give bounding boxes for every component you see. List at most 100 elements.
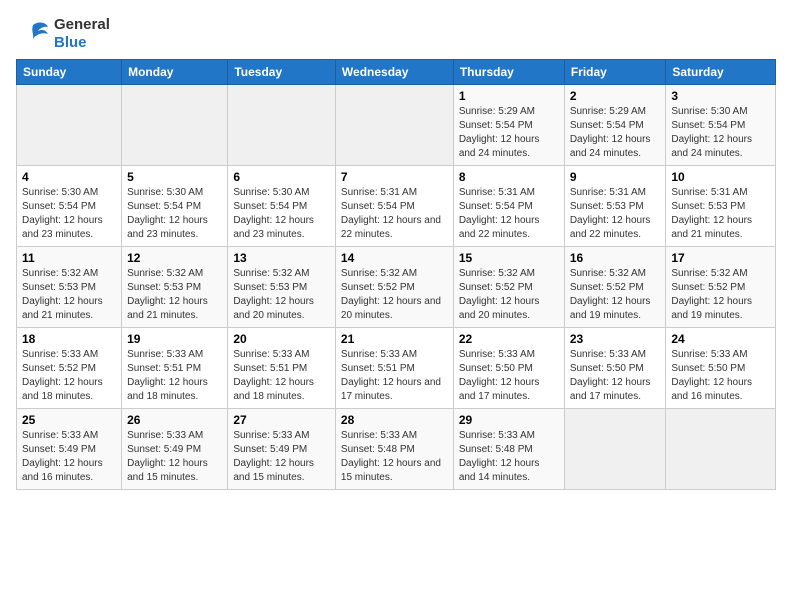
- header-saturday: Saturday: [666, 60, 776, 85]
- calendar-cell: 9 Sunrise: 5:31 AM Sunset: 5:53 PM Daylig…: [564, 166, 666, 247]
- week-row-2: 4 Sunrise: 5:30 AM Sunset: 5:54 PM Daylig…: [17, 166, 776, 247]
- day-info: Sunrise: 5:31 AM Sunset: 5:53 PM Dayligh…: [570, 186, 661, 242]
- calendar-cell: 18 Sunrise: 5:33 AM Sunset: 5:52 PM Dayli…: [17, 328, 122, 409]
- calendar-cell: [335, 85, 453, 166]
- day-number: 20: [233, 332, 330, 346]
- calendar-cell: 1 Sunrise: 5:29 AM Sunset: 5:54 PM Daylig…: [453, 85, 564, 166]
- calendar-table: SundayMondayTuesdayWednesdayThursdayFrid…: [16, 59, 776, 490]
- day-number: 1: [459, 89, 559, 103]
- day-number: 3: [671, 89, 770, 103]
- day-number: 17: [671, 251, 770, 265]
- calendar-cell: 7 Sunrise: 5:31 AM Sunset: 5:54 PM Daylig…: [335, 166, 453, 247]
- page-header: General Blue: [16, 16, 776, 51]
- calendar-cell: 4 Sunrise: 5:30 AM Sunset: 5:54 PM Daylig…: [17, 166, 122, 247]
- calendar-cell: [17, 85, 122, 166]
- day-number: 13: [233, 251, 330, 265]
- day-number: 8: [459, 170, 559, 184]
- day-info: Sunrise: 5:30 AM Sunset: 5:54 PM Dayligh…: [671, 105, 770, 161]
- calendar-cell: [666, 409, 776, 490]
- day-info: Sunrise: 5:33 AM Sunset: 5:51 PM Dayligh…: [341, 348, 448, 404]
- calendar-cell: 16 Sunrise: 5:32 AM Sunset: 5:52 PM Dayli…: [564, 247, 666, 328]
- day-number: 16: [570, 251, 661, 265]
- day-number: 18: [22, 332, 116, 346]
- day-info: Sunrise: 5:32 AM Sunset: 5:52 PM Dayligh…: [341, 267, 448, 323]
- week-row-1: 1 Sunrise: 5:29 AM Sunset: 5:54 PM Daylig…: [17, 85, 776, 166]
- calendar-cell: 21 Sunrise: 5:33 AM Sunset: 5:51 PM Dayli…: [335, 328, 453, 409]
- day-number: 12: [127, 251, 222, 265]
- header-wednesday: Wednesday: [335, 60, 453, 85]
- day-number: 7: [341, 170, 448, 184]
- day-info: Sunrise: 5:32 AM Sunset: 5:52 PM Dayligh…: [671, 267, 770, 323]
- calendar-cell: 28 Sunrise: 5:33 AM Sunset: 5:48 PM Dayli…: [335, 409, 453, 490]
- day-number: 24: [671, 332, 770, 346]
- day-number: 25: [22, 413, 116, 427]
- day-number: 10: [671, 170, 770, 184]
- day-number: 6: [233, 170, 330, 184]
- day-info: Sunrise: 5:31 AM Sunset: 5:54 PM Dayligh…: [341, 186, 448, 242]
- calendar-cell: [564, 409, 666, 490]
- day-number: 21: [341, 332, 448, 346]
- calendar-cell: 22 Sunrise: 5:33 AM Sunset: 5:50 PM Dayli…: [453, 328, 564, 409]
- calendar-cell: 29Sunrise: 5:33 AM Sunset: 5:48 PM Dayli…: [453, 409, 564, 490]
- calendar-cell: 6 Sunrise: 5:30 AM Sunset: 5:54 PM Daylig…: [228, 166, 336, 247]
- day-info: Sunrise: 5:30 AM Sunset: 5:54 PM Dayligh…: [233, 186, 330, 242]
- day-info: Sunrise: 5:30 AM Sunset: 5:54 PM Dayligh…: [127, 186, 222, 242]
- day-info: Sunrise: 5:33 AM Sunset: 5:48 PM Dayligh…: [459, 429, 559, 485]
- calendar-cell: 15 Sunrise: 5:32 AM Sunset: 5:52 PM Dayli…: [453, 247, 564, 328]
- day-info: Sunrise: 5:32 AM Sunset: 5:52 PM Dayligh…: [459, 267, 559, 323]
- day-number: 22: [459, 332, 559, 346]
- week-row-5: 25 Sunrise: 5:33 AM Sunset: 5:49 PM Dayli…: [17, 409, 776, 490]
- day-info: Sunrise: 5:29 AM Sunset: 5:54 PM Dayligh…: [570, 105, 661, 161]
- calendar-cell: 26 Sunrise: 5:33 AM Sunset: 5:49 PM Dayli…: [122, 409, 228, 490]
- day-info: Sunrise: 5:33 AM Sunset: 5:51 PM Dayligh…: [127, 348, 222, 404]
- calendar-cell: [228, 85, 336, 166]
- day-number: 9: [570, 170, 661, 184]
- calendar-cell: [122, 85, 228, 166]
- logo-general: General: [54, 16, 110, 33]
- day-info: Sunrise: 5:33 AM Sunset: 5:49 PM Dayligh…: [127, 429, 222, 485]
- day-info: Sunrise: 5:33 AM Sunset: 5:51 PM Dayligh…: [233, 348, 330, 404]
- day-info: Sunrise: 5:33 AM Sunset: 5:49 PM Dayligh…: [22, 429, 116, 485]
- day-info: Sunrise: 5:29 AM Sunset: 5:54 PM Dayligh…: [459, 105, 559, 161]
- calendar-cell: 14 Sunrise: 5:32 AM Sunset: 5:52 PM Dayli…: [335, 247, 453, 328]
- day-info: Sunrise: 5:33 AM Sunset: 5:50 PM Dayligh…: [570, 348, 661, 404]
- header-friday: Friday: [564, 60, 666, 85]
- logo-blue: Blue: [54, 34, 87, 51]
- header-tuesday: Tuesday: [228, 60, 336, 85]
- day-number: 26: [127, 413, 222, 427]
- day-info: Sunrise: 5:33 AM Sunset: 5:48 PM Dayligh…: [341, 429, 448, 485]
- day-number: 28: [341, 413, 448, 427]
- calendar-cell: 27Sunrise: 5:33 AM Sunset: 5:49 PM Dayli…: [228, 409, 336, 490]
- day-number: 15: [459, 251, 559, 265]
- header-monday: Monday: [122, 60, 228, 85]
- day-info: Sunrise: 5:33 AM Sunset: 5:49 PM Dayligh…: [233, 429, 330, 485]
- day-info: Sunrise: 5:33 AM Sunset: 5:52 PM Dayligh…: [22, 348, 116, 404]
- header-thursday: Thursday: [453, 60, 564, 85]
- calendar-cell: 5 Sunrise: 5:30 AM Sunset: 5:54 PM Daylig…: [122, 166, 228, 247]
- header-sunday: Sunday: [17, 60, 122, 85]
- day-number: 19: [127, 332, 222, 346]
- calendar-cell: 24Sunrise: 5:33 AM Sunset: 5:50 PM Dayli…: [666, 328, 776, 409]
- calendar-cell: 12 Sunrise: 5:32 AM Sunset: 5:53 PM Dayli…: [122, 247, 228, 328]
- day-info: Sunrise: 5:33 AM Sunset: 5:50 PM Dayligh…: [459, 348, 559, 404]
- day-info: Sunrise: 5:31 AM Sunset: 5:53 PM Dayligh…: [671, 186, 770, 242]
- day-info: Sunrise: 5:32 AM Sunset: 5:53 PM Dayligh…: [127, 267, 222, 323]
- day-info: Sunrise: 5:31 AM Sunset: 5:54 PM Dayligh…: [459, 186, 559, 242]
- day-number: 5: [127, 170, 222, 184]
- calendar-cell: 13 Sunrise: 5:32 AM Sunset: 5:53 PM Dayli…: [228, 247, 336, 328]
- day-number: 4: [22, 170, 116, 184]
- day-info: Sunrise: 5:32 AM Sunset: 5:52 PM Dayligh…: [570, 267, 661, 323]
- day-number: 2: [570, 89, 661, 103]
- calendar-cell: 23 Sunrise: 5:33 AM Sunset: 5:50 PM Dayli…: [564, 328, 666, 409]
- calendar-cell: 17 Sunrise: 5:32 AM Sunset: 5:52 PM Dayli…: [666, 247, 776, 328]
- logo-bird-icon: [16, 17, 50, 51]
- day-number: 23: [570, 332, 661, 346]
- day-number: 14: [341, 251, 448, 265]
- calendar-cell: 8 Sunrise: 5:31 AM Sunset: 5:54 PM Daylig…: [453, 166, 564, 247]
- week-row-3: 11Sunrise: 5:32 AM Sunset: 5:53 PM Dayli…: [17, 247, 776, 328]
- calendar-cell: 19 Sunrise: 5:33 AM Sunset: 5:51 PM Dayli…: [122, 328, 228, 409]
- calendar-cell: 11Sunrise: 5:32 AM Sunset: 5:53 PM Dayli…: [17, 247, 122, 328]
- day-info: Sunrise: 5:30 AM Sunset: 5:54 PM Dayligh…: [22, 186, 116, 242]
- calendar-cell: 3 Sunrise: 5:30 AM Sunset: 5:54 PM Daylig…: [666, 85, 776, 166]
- day-info: Sunrise: 5:32 AM Sunset: 5:53 PM Dayligh…: [233, 267, 330, 323]
